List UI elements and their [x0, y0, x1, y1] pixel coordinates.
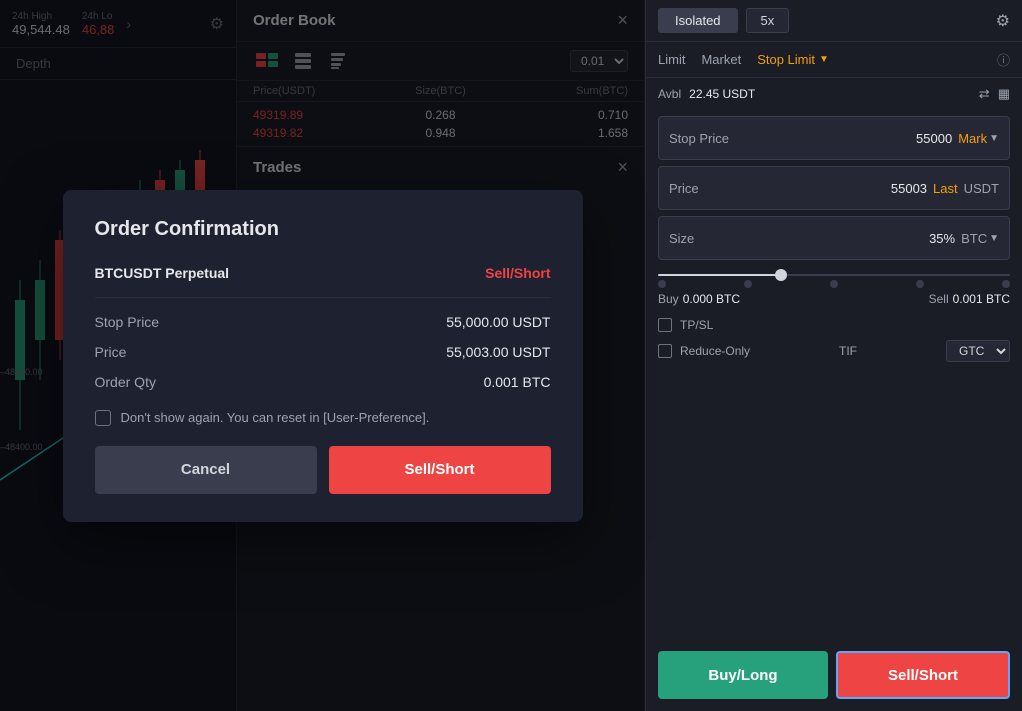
stop-price-type[interactable]: Mark — [958, 131, 987, 146]
modal-side-label: Sell/Short — [485, 265, 550, 281]
order-confirmation-modal: Order Confirmation BTCUSDT Perpetual Sel… — [63, 190, 583, 522]
stop-limit-arrow-icon: ▼ — [819, 54, 829, 65]
size-percent: 35% — [929, 231, 955, 246]
price-label: Price — [669, 181, 749, 196]
settings-icon-button[interactable]: ⚙ — [996, 11, 1010, 31]
dont-show-again-checkbox[interactable] — [95, 410, 111, 426]
slider-dot-50 — [830, 280, 838, 288]
tif-label: TIF — [839, 344, 857, 358]
isolated-mode-button[interactable]: Isolated — [658, 8, 738, 33]
size-currency: BTC — [961, 231, 987, 246]
avbl-row: Avbl 22.45 USDT ⇄ ▦ — [646, 78, 1022, 110]
price-value: 55003 — [891, 181, 927, 196]
modal-overlay: Order Confirmation BTCUSDT Perpetual Sel… — [0, 0, 645, 711]
calculator-icon[interactable]: ▦ — [998, 86, 1010, 102]
info-icon[interactable]: ⓘ — [997, 50, 1010, 69]
buy-long-button[interactable]: Buy/Long — [658, 651, 828, 699]
tpsl-label: TP/SL — [680, 318, 713, 332]
size-slider-track[interactable] — [658, 274, 1010, 276]
size-dropdown-icon[interactable]: ▼ — [989, 233, 999, 244]
price-type[interactable]: Last — [933, 181, 958, 196]
modal-pair-label: BTCUSDT Perpetual — [95, 265, 230, 281]
buy-sell-amounts-row: Buy 0.000 BTC Sell 0.001 BTC — [646, 288, 1022, 314]
stop-price-value: 55000 — [916, 131, 952, 146]
modal-buttons: Cancel Sell/Short — [95, 446, 551, 494]
sliders-icon: ⚙ — [996, 13, 1010, 30]
size-label: Size — [669, 231, 749, 246]
stop-limit-dropdown[interactable]: Stop Limit ▼ — [757, 52, 829, 67]
modal-qty-row: Order Qty 0.001 BTC — [95, 374, 551, 390]
market-order-button[interactable]: Market — [701, 50, 741, 69]
price-currency: USDT — [964, 181, 999, 196]
limit-order-button[interactable]: Limit — [658, 50, 685, 69]
stop-limit-label: Stop Limit — [757, 52, 815, 67]
slider-dot-0 — [658, 280, 666, 288]
price-field[interactable]: Price 55003 Last USDT — [658, 166, 1010, 210]
stop-price-dropdown-icon[interactable]: ▼ — [989, 133, 999, 144]
modal-stop-price-label: Stop Price — [95, 314, 160, 330]
dont-show-again-label: Don't show again. You can reset in [User… — [121, 410, 430, 425]
transfer-icon[interactable]: ⇄ — [979, 86, 990, 102]
modal-pair-row: BTCUSDT Perpetual Sell/Short — [95, 265, 551, 281]
reduce-only-row: Reduce-Only TIF GTC IOC FOK — [646, 336, 1022, 366]
modal-checkbox-row: Don't show again. You can reset in [User… — [95, 410, 551, 426]
modal-cancel-button[interactable]: Cancel — [95, 446, 317, 494]
slider-dot-100 — [1002, 280, 1010, 288]
avbl-icons: ⇄ ▦ — [979, 86, 1010, 102]
modal-title: Order Confirmation — [95, 218, 551, 241]
stop-price-field[interactable]: Stop Price 55000 Mark ▼ — [658, 116, 1010, 160]
modal-qty-value: 0.001 BTC — [484, 374, 551, 390]
action-buttons: Buy/Long Sell/Short — [646, 639, 1022, 711]
reduce-only-checkbox[interactable] — [658, 344, 672, 358]
buy-value: 0.000 BTC — [683, 292, 740, 306]
order-type-bar: Limit Market Stop Limit ▼ ⓘ — [646, 42, 1022, 78]
size-field[interactable]: Size 35% BTC ▼ — [658, 216, 1010, 260]
modal-stop-price-value: 55,000.00 USDT — [446, 314, 550, 330]
mode-bar: Isolated 5x ⚙ — [646, 0, 1022, 42]
avbl-value: 22.45 USDT — [689, 87, 755, 101]
slider-dot-75 — [916, 280, 924, 288]
leverage-button[interactable]: 5x — [746, 8, 790, 33]
sell-value: 0.001 BTC — [953, 292, 1010, 306]
modal-qty-label: Order Qty — [95, 374, 156, 390]
stop-price-label: Stop Price — [669, 131, 749, 146]
modal-price-value: 55,003.00 USDT — [446, 344, 550, 360]
modal-sell-short-button[interactable]: Sell/Short — [329, 446, 551, 494]
sell-short-button[interactable]: Sell/Short — [836, 651, 1010, 699]
tif-select[interactable]: GTC IOC FOK — [946, 340, 1010, 362]
slider-fill — [658, 274, 781, 276]
modal-price-row: Price 55,003.00 USDT — [95, 344, 551, 360]
sell-label: Sell — [929, 292, 949, 306]
modal-price-label: Price — [95, 344, 127, 360]
slider-dot-25 — [744, 280, 752, 288]
tpsl-checkbox-row: TP/SL — [646, 314, 1022, 336]
trading-form-panel: Isolated 5x ⚙ Limit Market Stop Limit ▼ … — [645, 0, 1022, 711]
buy-label: Buy — [658, 292, 679, 306]
slider-dots — [646, 280, 1022, 288]
reduce-only-label: Reduce-Only — [680, 344, 750, 358]
avbl-label: Avbl — [658, 87, 681, 101]
modal-stop-price-row: Stop Price 55,000.00 USDT — [95, 314, 551, 330]
modal-divider — [95, 297, 551, 298]
tpsl-checkbox[interactable] — [658, 318, 672, 332]
